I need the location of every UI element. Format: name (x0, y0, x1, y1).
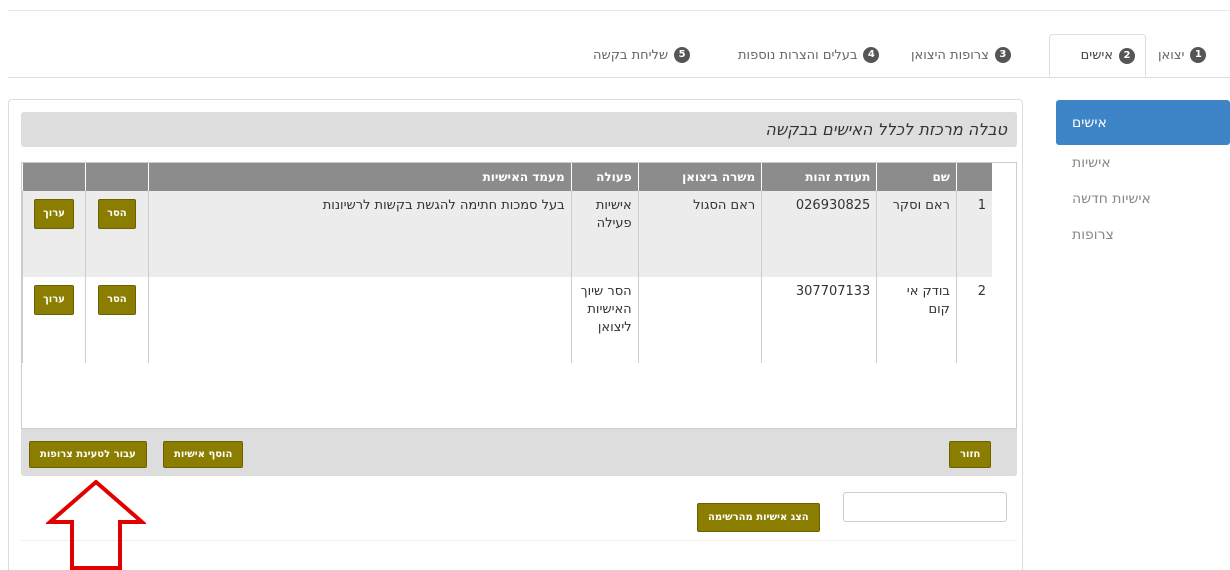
tab-exporter-attachments[interactable]: 3 צרופות היצואן (911, 34, 1011, 76)
main-panel: טבלה מרכזת לכלל האישים בבקשה שם תעודת זה… (8, 99, 1023, 570)
tab-persons[interactable]: 2 אישים (1049, 34, 1146, 77)
sidebar-item-persons[interactable]: אישים (1056, 100, 1230, 145)
cell-edit: ערוך (22, 277, 86, 363)
cell-id: 307707133 (761, 277, 877, 363)
step-badge-3: 3 (994, 47, 1011, 63)
panel-title: טבלה מרכזת לכלל האישים בבקשה (21, 112, 1017, 147)
sidebar-item-new-personality[interactable]: אישיות חדשה (1056, 181, 1230, 217)
cell-name: בודק אי קום (876, 277, 957, 363)
step-badge-1: 1 (1190, 47, 1207, 63)
table-row: 2 בודק אי קום 307707133 הסר שיוך האישיות… (22, 277, 992, 363)
column-header-edit (22, 163, 86, 191)
tab-label: בעלים והצרות נוספות (738, 47, 858, 63)
cell-id: 026930825 (761, 191, 877, 277)
sidebar: אישים אישיות אישיות חדשה צרופות (1056, 100, 1230, 253)
column-header-name: שם (876, 163, 957, 191)
go-to-attachments-button[interactable]: עבור לטעינת צרופות (29, 441, 147, 468)
cell-name: ראם וסקר (876, 191, 957, 277)
cell-index: 1 (955, 191, 992, 277)
tab-label: שליחת בקשה (593, 47, 669, 63)
sidebar-item-personality[interactable]: אישיות (1056, 145, 1230, 181)
cell-index: 2 (955, 277, 992, 363)
tab-label: אישים (1080, 48, 1113, 63)
persons-table: שם תעודת זהות משרה ביצואן פעולה מעמד האי… (22, 163, 992, 363)
edit-button[interactable]: ערוך (33, 285, 74, 315)
cell-role (637, 277, 762, 363)
tab-exporter[interactable]: 1 יצואן (1158, 34, 1207, 76)
show-personality-button[interactable]: הצג אישיות מהרשימה (697, 503, 820, 532)
top-divider (8, 10, 1230, 11)
cell-remove: הסר (84, 277, 149, 363)
table-row: 1 ראם וסקר 026930825 ראם הסגול אישיות פע… (22, 191, 992, 277)
tab-submit-request[interactable]: 5 שליחת בקשה (593, 34, 691, 76)
column-header-id: תעודת זהות (761, 163, 877, 191)
table-footer-toolbar: חזור הוסף אישיות עבור לטעינת צרופות (21, 429, 1017, 476)
cell-status: בעל סמכות חתימה להגשת בקשות לרשיונות (147, 191, 572, 277)
personality-search-input[interactable] (843, 492, 1007, 522)
tab-owners[interactable]: 4 בעלים והצרות נוספות (738, 34, 880, 76)
select-personality-row: הצג אישיות מהרשימה (21, 484, 1017, 541)
add-personality-button[interactable]: הוסף אישיות (163, 441, 244, 468)
step-badge-5: 5 (674, 47, 691, 63)
column-header-status: מעמד האישיות (147, 163, 572, 191)
cell-role: ראם הסגול (637, 191, 762, 277)
remove-button[interactable]: הסר (97, 199, 136, 229)
cell-action[interactable]: הסר שיוך האישיות ליצואן (570, 277, 639, 363)
table-header-row: שם תעודת זהות משרה ביצואן פעולה מעמד האי… (22, 163, 992, 191)
column-header-remove (84, 163, 149, 191)
sidebar-item-attachments[interactable]: צרופות (1056, 217, 1230, 253)
back-button[interactable]: חזור (949, 441, 992, 468)
tab-label: יצואן (1158, 47, 1185, 63)
step-badge-2: 2 (1119, 47, 1135, 64)
cell-status (147, 277, 572, 363)
tab-label: צרופות היצואן (911, 47, 989, 63)
cell-action: אישיות פעילה (570, 191, 639, 277)
edit-button[interactable]: ערוך (33, 199, 74, 229)
persons-table-container: שם תעודת זהות משרה ביצואן פעולה מעמד האי… (21, 162, 1017, 429)
up-arrow-annotation-icon (46, 480, 146, 570)
cell-remove: הסר (84, 191, 149, 277)
cell-edit: ערוך (22, 191, 86, 277)
column-header-action: פעולה (570, 163, 639, 191)
remove-button[interactable]: הסר (97, 285, 136, 315)
wizard-tabs: 1 יצואן 2 אישים 3 צרופות היצואן 4 בעלים … (8, 34, 1230, 78)
column-header-index (955, 163, 992, 191)
column-header-role: משרה ביצואן (637, 163, 762, 191)
step-badge-4: 4 (863, 47, 880, 63)
